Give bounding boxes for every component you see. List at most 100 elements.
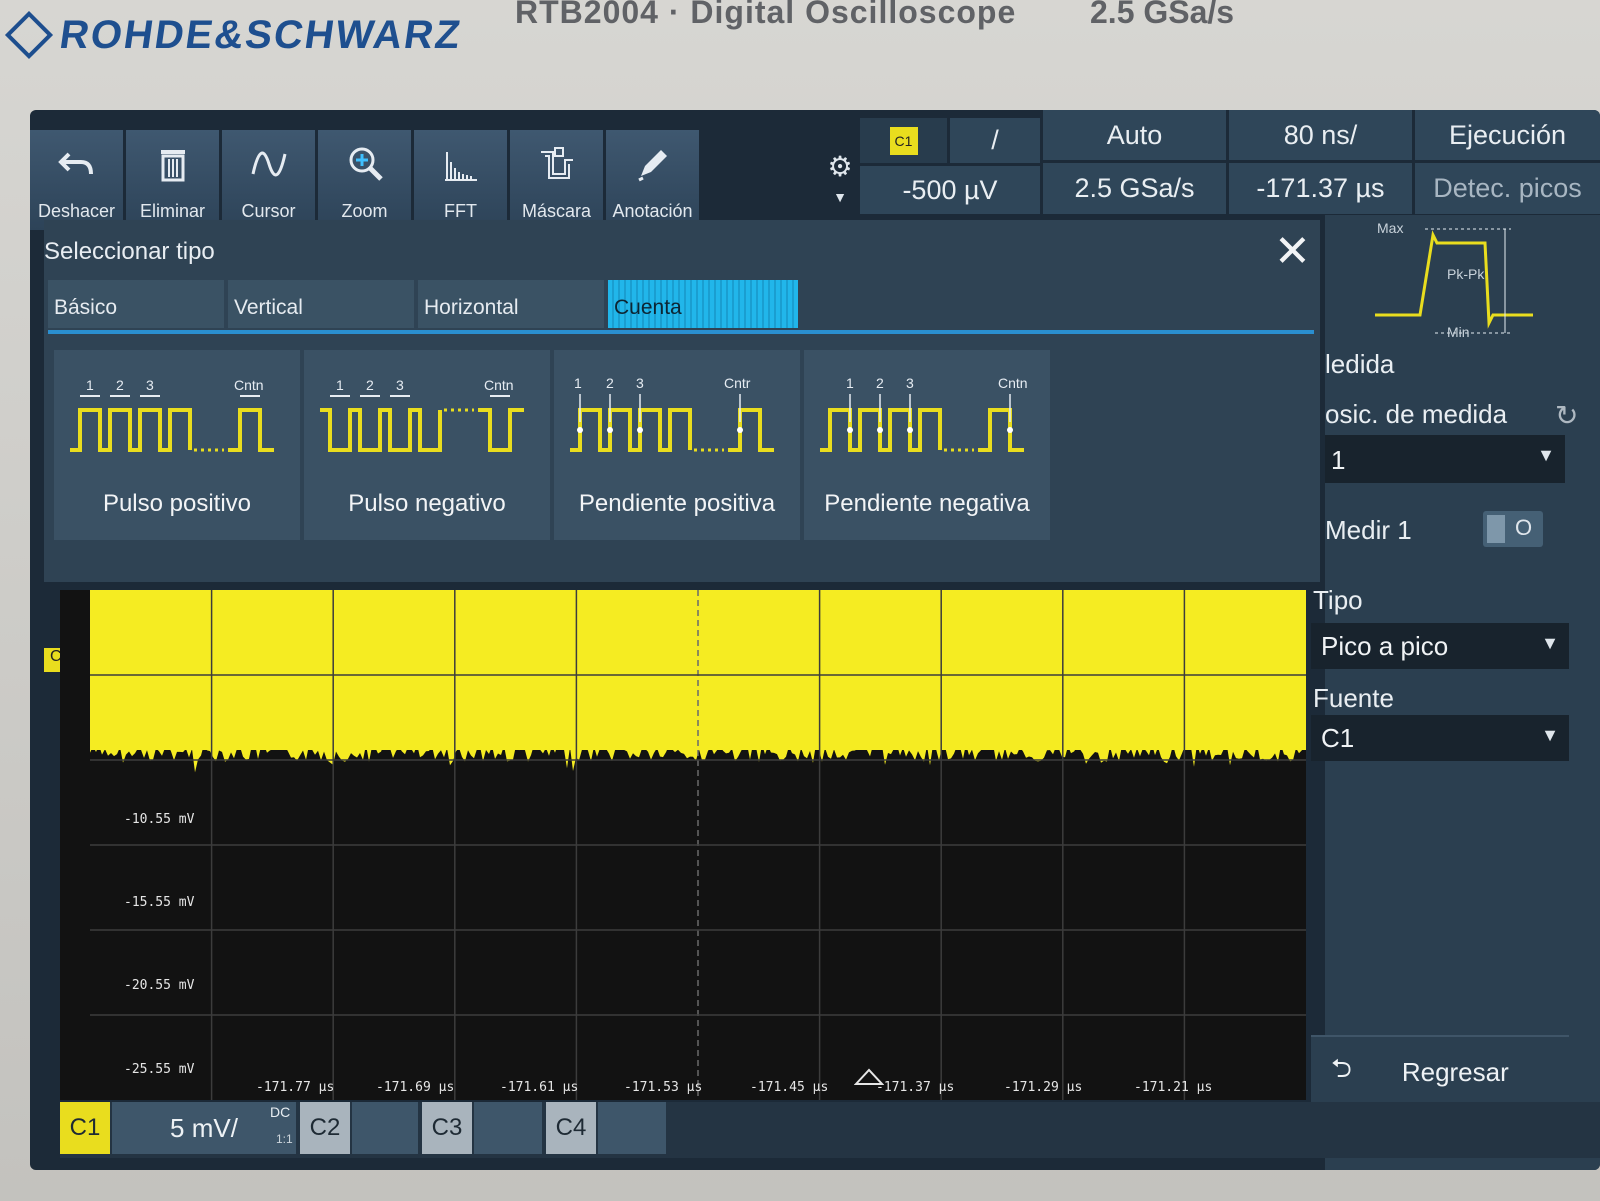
x-axis-label: -171.53 µs — [624, 1080, 703, 1095]
source-label: Fuente — [1313, 683, 1394, 713]
channel-bar: C1 5 mV/ DC 1:1 C2 C3 C4 — [60, 1102, 1600, 1158]
trigger-edge-field[interactable]: / — [950, 118, 1040, 163]
graticule — [90, 590, 1306, 1100]
cursor-wave-icon — [251, 151, 286, 177]
c1-coupling: DC — [270, 1104, 291, 1120]
positive-slope-icon: 1 2 3 Cntr — [570, 375, 774, 452]
y-axis-label: -20.55 mV — [124, 978, 195, 993]
channel-c4-button[interactable]: C4 — [546, 1102, 596, 1154]
scope-screen: Deshacer Eliminar Cursor Zoom FFT Máscar… — [30, 110, 1600, 1170]
c3-scale-field[interactable] — [474, 1102, 542, 1154]
measure-position-value: 1 — [1331, 445, 1346, 475]
settings-button[interactable]: ⚙ ▼ — [820, 150, 860, 220]
tool-label: Zoom — [341, 201, 388, 221]
channel-c3-button[interactable]: C3 — [422, 1102, 472, 1154]
trigger-channel-badge: C1 — [889, 126, 918, 155]
time-position-field[interactable]: -171.37 µs — [1229, 163, 1412, 214]
type-positive-pulse[interactable]: 1 2 3 Cntn Pulso positivo — [54, 350, 300, 540]
tool-label: Cursor — [241, 201, 296, 221]
measure-title: ledida — [1325, 349, 1395, 379]
c4-scale-field[interactable] — [598, 1102, 666, 1154]
mask-icon — [540, 147, 573, 179]
trigger-position-icon[interactable] — [854, 1068, 884, 1086]
mark-label: Cntn — [484, 377, 514, 393]
source-select[interactable]: C1 ▼ — [1311, 715, 1569, 761]
run-state-field[interactable]: Ejecución — [1415, 110, 1600, 160]
c2-scale-field[interactable] — [352, 1102, 418, 1154]
tool-label: Anotación — [612, 201, 693, 221]
x-axis-label: -171.45 µs — [750, 1080, 829, 1095]
type-label: Pendiente negativa — [824, 490, 1030, 517]
type-value: Pico a pico — [1321, 631, 1449, 661]
diagram-min-label: Min — [1447, 324, 1470, 340]
mark-label: 3 — [396, 377, 404, 393]
positive-pulse-icon: 1 2 3 Cntn — [70, 377, 274, 452]
type-label: Pulso negativo — [348, 490, 506, 517]
diagram-max-label: Max — [1377, 220, 1403, 236]
refresh-icon[interactable]: ↻ — [1555, 399, 1578, 432]
fft-icon — [444, 152, 477, 181]
source-value: C1 — [1321, 723, 1355, 753]
pencil-icon — [637, 150, 667, 182]
tab-horizontal[interactable]: Horizontal — [418, 280, 604, 328]
model-name: RTB2004 · Digital Oscilloscope — [515, 0, 1017, 30]
pk-pk-diagram-icon: Max Pk-Pk Min — [1375, 220, 1533, 340]
back-label: Regresar — [1401, 1056, 1509, 1087]
zoom-icon — [349, 147, 383, 181]
mark-label: 2 — [116, 377, 124, 393]
negative-slope-icon: 1 2 3 Cntn — [820, 375, 1028, 452]
measure-position-label: osic. de medida — [1325, 399, 1508, 429]
tool-label: Eliminar — [139, 201, 205, 221]
tab-vertical[interactable]: Vertical — [228, 280, 414, 328]
undo-button[interactable]: Deshacer — [30, 130, 126, 230]
back-arrow-icon: ⮌ — [1331, 1053, 1352, 1083]
x-axis-label: -171.77 µs — [256, 1080, 335, 1095]
mark-label: Cntn — [998, 375, 1028, 391]
acquisition-mode-field[interactable]: Detec. picos — [1415, 163, 1600, 214]
mark-label: 3 — [636, 375, 644, 391]
tab-underline — [48, 330, 1314, 334]
close-icon[interactable]: ✕ — [1274, 230, 1311, 274]
measure-position-select[interactable]: 1 ▼ — [1325, 435, 1565, 483]
back-button[interactable]: ⮌ Regresar — [1311, 1035, 1569, 1107]
mask-button[interactable]: Máscara — [510, 130, 606, 230]
x-axis-label: -171.37 µs — [876, 1080, 955, 1095]
type-negative-slope[interactable]: 1 2 3 Cntn Pendiente negativa — [804, 350, 1050, 540]
tool-label: Deshacer — [37, 201, 116, 221]
c1-scale-value: 5 mV/ — [170, 1112, 238, 1143]
measure1-toggle[interactable]: O — [1483, 511, 1543, 547]
delete-button[interactable]: Eliminar — [126, 130, 222, 230]
cursor-button[interactable]: Cursor — [222, 130, 318, 230]
trigger-level-field[interactable]: -500 µV — [860, 166, 1040, 214]
zoom-button[interactable]: Zoom — [318, 130, 414, 230]
y-axis-label: -25.55 mV — [124, 1062, 195, 1077]
type-select[interactable]: Pico a pico ▼ — [1311, 623, 1569, 669]
annotation-button[interactable]: Anotación — [606, 130, 702, 230]
c1-scale-field[interactable]: 5 mV/ — [112, 1102, 296, 1154]
trigger-mode-field[interactable]: Auto — [1043, 110, 1226, 160]
status-panel: C1 / -500 µV Auto 2.5 GSa/s 80 ns/ -171.… — [860, 110, 1600, 215]
mark-label: 1 — [86, 377, 94, 393]
undo-icon — [57, 152, 93, 175]
channel-c1-button[interactable]: C1 — [60, 1102, 110, 1154]
mark-label: 3 — [906, 375, 914, 391]
tab-basic[interactable]: Básico — [48, 280, 224, 328]
type-negative-pulse[interactable]: 1 2 3 Cntn Pulso negativo — [304, 350, 550, 540]
trigger-source-field[interactable]: C1 — [860, 118, 947, 163]
chevron-down-icon: ▼ — [1537, 445, 1555, 465]
x-axis-label: -171.69 µs — [376, 1080, 455, 1095]
time-scale-field[interactable]: 80 ns/ — [1229, 110, 1412, 160]
type-label: Tipo — [1313, 585, 1363, 615]
fft-button[interactable]: FFT — [414, 130, 510, 230]
tab-count[interactable]: Cuenta — [608, 280, 798, 328]
type-positive-slope[interactable]: 1 2 3 Cntr Pendiente positiva — [554, 350, 800, 540]
channel-c2-button[interactable]: C2 — [300, 1102, 350, 1154]
mark-label: 2 — [876, 375, 884, 391]
type-label: Pendiente positiva — [578, 490, 776, 517]
select-type-dialog: Seleccionar tipo ✕ Básico Vertical Horiz… — [44, 220, 1320, 582]
chevron-down-icon: ▼ — [1541, 725, 1559, 745]
tool-label: FFT — [444, 201, 477, 221]
waveform-display[interactable]: -10.55 mV -15.55 mV -20.55 mV -25.55 mV … — [60, 590, 1306, 1100]
model-rate: 2.5 GSa/s — [1090, 0, 1235, 30]
measurement-panel: Max Pk-Pk Min ledida osic. de medida ↻ 1… — [1311, 215, 1600, 1170]
